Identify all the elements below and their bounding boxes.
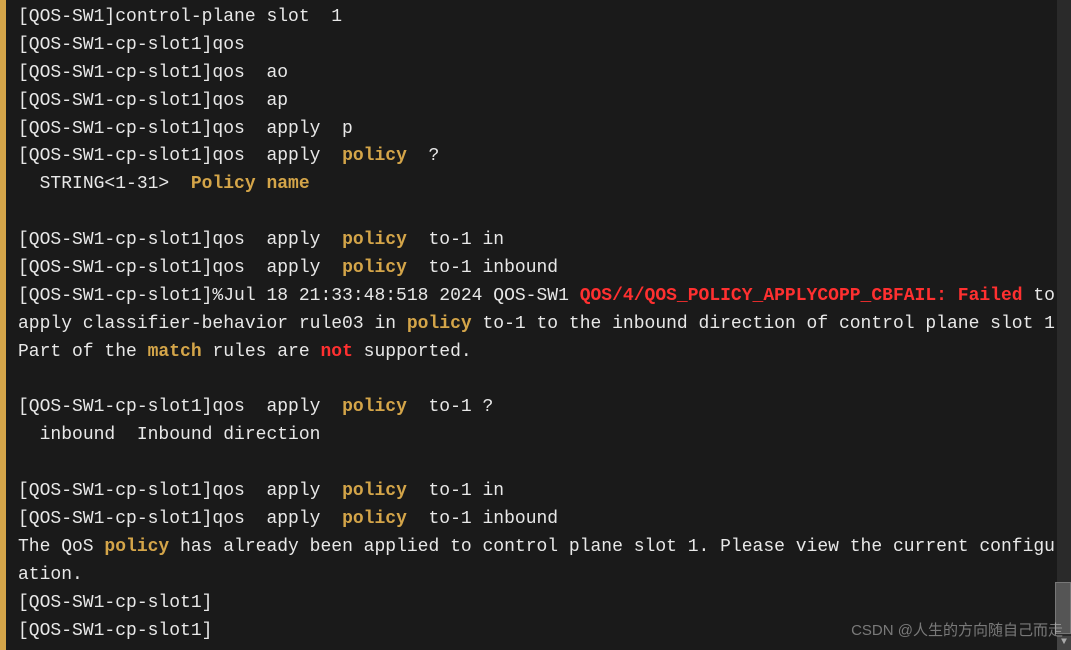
plain-text: to-1 inbound — [407, 258, 558, 278]
plain-text: to-1 in — [407, 230, 504, 250]
plain-text: inbound Inbound direction — [18, 425, 320, 445]
keyword-text: policy — [104, 537, 169, 557]
plain-text: [QOS-SW1-cp-slot1]qos — [18, 35, 245, 55]
terminal-line: [QOS-SW1-cp-slot1]qos apply p — [18, 116, 1071, 144]
plain-text: [QOS-SW1-cp-slot1]qos apply — [18, 397, 342, 417]
plain-text: supported. — [353, 342, 472, 362]
keyword-text: policy — [342, 509, 407, 529]
keyword-text: policy — [407, 314, 472, 334]
plain-text: [QOS-SW1-cp-slot1]%Jul 18 21:33:48:518 2… — [18, 286, 580, 306]
terminal-line: [QOS-SW1-cp-slot1]qos apply policy to-1 … — [18, 394, 1071, 422]
plain-text: [QOS-SW1-cp-slot1]qos ap — [18, 91, 288, 111]
terminal-line: [QOS-SW1-cp-slot1]qos — [18, 32, 1071, 60]
plain-text: [QOS-SW1-cp-slot1] — [18, 621, 212, 641]
plain-text: STRING<1-31> — [18, 174, 191, 194]
keyword-text: Policy name — [191, 174, 310, 194]
plain-text: [QOS-SW1]control-plane slot 1 — [18, 7, 342, 27]
terminal-line: [QOS-SW1-cp-slot1]%Jul 18 21:33:48:518 2… — [18, 283, 1071, 367]
terminal-line: [QOS-SW1-cp-slot1]qos apply policy ? — [18, 143, 1071, 171]
terminal-line: The QoS policy has already been applied … — [18, 534, 1071, 590]
plain-text: to-1 inbound — [407, 509, 558, 529]
keyword-text: policy — [342, 146, 407, 166]
error-text: not — [320, 342, 352, 362]
gutter-highlight — [0, 0, 6, 650]
terminal-line: [QOS-SW1-cp-slot1]qos ao — [18, 60, 1071, 88]
keyword-text: policy — [342, 230, 407, 250]
terminal-line: [QOS-SW1-cp-slot1]qos ap — [18, 88, 1071, 116]
terminal-line: [QOS-SW1-cp-slot1]qos apply policy to-1 … — [18, 478, 1071, 506]
plain-text: [QOS-SW1-cp-slot1]qos apply — [18, 230, 342, 250]
error-text: QOS/4/QOS_POLICY_APPLYCOPP_CBFAIL: Faile… — [580, 286, 1023, 306]
terminal-line — [18, 367, 1071, 395]
terminal-line: inbound Inbound direction — [18, 422, 1071, 450]
terminal-line: [QOS-SW1-cp-slot1] — [18, 590, 1071, 618]
plain-text: [QOS-SW1-cp-slot1]qos apply — [18, 481, 342, 501]
terminal-line — [18, 199, 1071, 227]
terminal-output[interactable]: [QOS-SW1]control-plane slot 1 [QOS-SW1-cp… — [0, 0, 1071, 645]
terminal-line: [QOS-SW1-cp-slot1]qos apply policy to-1 … — [18, 255, 1071, 283]
terminal-line: [QOS-SW1]control-plane slot 1 — [18, 4, 1071, 32]
plain-text: The QoS — [18, 537, 104, 557]
plain-text: [QOS-SW1-cp-slot1]qos apply — [18, 509, 342, 529]
plain-text: [QOS-SW1-cp-slot1]qos apply p — [18, 119, 353, 139]
plain-text: rules are — [202, 342, 321, 362]
keyword-text: policy — [342, 481, 407, 501]
keyword-text: match — [148, 342, 202, 362]
plain-text: to-1 in — [407, 481, 504, 501]
keyword-text: policy — [342, 397, 407, 417]
plain-text: ? — [407, 146, 439, 166]
terminal-line: STRING<1-31> Policy name — [18, 171, 1071, 199]
plain-text: [QOS-SW1-cp-slot1]qos apply — [18, 146, 342, 166]
plain-text: has already been applied to control plan… — [18, 537, 1066, 585]
terminal-line — [18, 450, 1071, 478]
terminal-line: [QOS-SW1-cp-slot1]qos apply policy to-1 … — [18, 227, 1071, 255]
plain-text: [QOS-SW1-cp-slot1]qos ao — [18, 63, 288, 83]
scrollbar-track[interactable]: ▼ — [1057, 0, 1071, 650]
plain-text: [QOS-SW1-cp-slot1] — [18, 593, 212, 613]
watermark-text: CSDN @人生的方向随自己而走 — [851, 619, 1063, 642]
keyword-text: policy — [342, 258, 407, 278]
plain-text: to-1 ? — [407, 397, 493, 417]
terminal-line: [QOS-SW1-cp-slot1]qos apply policy to-1 … — [18, 506, 1071, 534]
plain-text: [QOS-SW1-cp-slot1]qos apply — [18, 258, 342, 278]
